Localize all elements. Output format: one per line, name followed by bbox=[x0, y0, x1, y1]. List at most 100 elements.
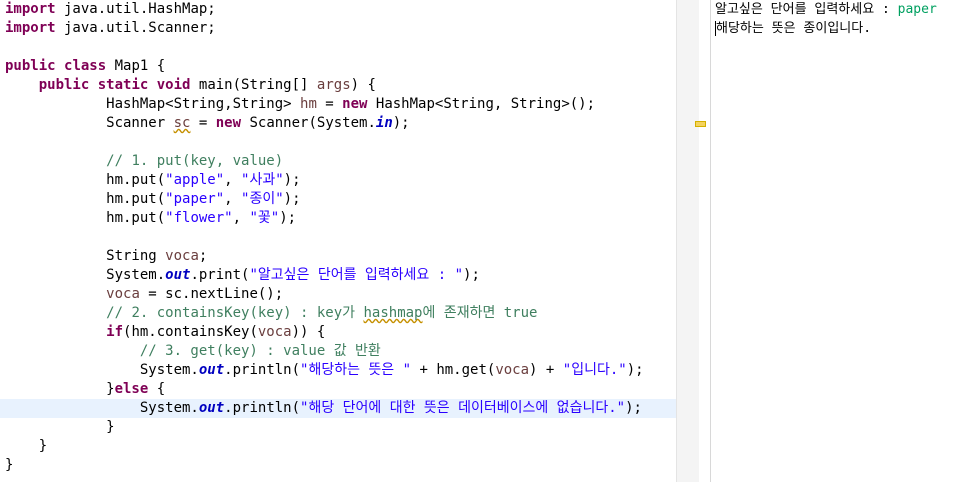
code-line-16[interactable]: voca = sc.nextLine(); bbox=[0, 285, 680, 304]
code-line-8[interactable] bbox=[0, 133, 680, 152]
code-line-6[interactable]: HashMap<String,String> hm = new HashMap<… bbox=[0, 95, 680, 114]
code-text: ); bbox=[463, 267, 480, 283]
string-literal: "알고싶은 단어를 입력하세요 : " bbox=[249, 267, 464, 283]
code-text: hm.put( bbox=[5, 191, 166, 207]
code-text: .print( bbox=[190, 267, 250, 283]
comment: // 2. containsKey(key) : key가 bbox=[106, 305, 364, 321]
warning-marker[interactable] bbox=[695, 121, 706, 127]
code-text: Scanner(System. bbox=[241, 115, 376, 131]
keyword: public bbox=[38, 77, 90, 93]
code-text: String bbox=[5, 248, 166, 264]
code-text: hm.put( bbox=[5, 172, 166, 188]
keyword: static bbox=[97, 77, 149, 93]
code-text: HashMap<String, String>(); bbox=[367, 96, 596, 112]
string-literal: "flower" bbox=[165, 210, 233, 226]
code-text: )) { bbox=[291, 324, 326, 340]
code-text: , bbox=[224, 172, 242, 188]
code-text: } bbox=[5, 381, 115, 397]
code-line-14[interactable]: String voca; bbox=[0, 247, 680, 266]
local-variable: voca bbox=[165, 248, 199, 264]
code-line-9[interactable]: // 1. put(key, value) bbox=[0, 152, 680, 171]
code-text: } bbox=[5, 457, 14, 473]
code-text: = bbox=[190, 115, 216, 131]
console-prompt-line: 알고싶은 단어를 입력하세요 : paper bbox=[711, 0, 962, 19]
code-text: hm.put( bbox=[5, 210, 166, 226]
code-text: HashMap<String,String> bbox=[5, 96, 301, 112]
code-area[interactable]: import java.util.HashMap; import java.ut… bbox=[0, 0, 680, 475]
code-text: = sc.nextLine(); bbox=[139, 286, 284, 302]
code-editor[interactable]: import java.util.HashMap; import java.ut… bbox=[0, 0, 680, 482]
code-line-13[interactable] bbox=[0, 228, 680, 247]
code-text: = bbox=[316, 96, 343, 112]
code-line-3[interactable] bbox=[0, 38, 680, 57]
code-text: ); bbox=[625, 400, 642, 416]
code-text: System. bbox=[5, 400, 199, 416]
static-field: out bbox=[165, 267, 191, 283]
code-text: ); bbox=[283, 191, 301, 207]
code-text: Map1 { bbox=[106, 58, 166, 74]
code-text: ) + bbox=[529, 362, 563, 378]
code-line-17[interactable]: // 2. containsKey(key) : key가 hashmap에 존… bbox=[0, 304, 680, 323]
code-text: Scanner bbox=[5, 115, 174, 131]
code-line-24[interactable]: } bbox=[0, 437, 680, 456]
parameter-name: args bbox=[316, 77, 351, 93]
keyword: import bbox=[5, 20, 56, 36]
code-line-7[interactable]: Scanner sc = new Scanner(System.in); bbox=[0, 114, 680, 133]
string-literal: "종이" bbox=[241, 191, 284, 207]
warning-variable: sc bbox=[173, 115, 191, 131]
code-line-25[interactable]: } bbox=[0, 456, 680, 475]
code-line-2[interactable]: import java.util.Scanner; bbox=[0, 19, 680, 38]
code-line-4[interactable]: public class Map1 { bbox=[0, 57, 680, 76]
keyword: void bbox=[156, 77, 191, 93]
code-text: main(String[] bbox=[190, 77, 317, 93]
code-line-12[interactable]: hm.put("flower", "꽃"); bbox=[0, 209, 680, 228]
keyword: new bbox=[215, 115, 242, 131]
code-text: ); bbox=[279, 210, 297, 226]
code-text: ); bbox=[626, 362, 644, 378]
code-line-20[interactable]: System.out.println("해당하는 뜻은 " + hm.get(v… bbox=[0, 361, 680, 380]
code-text: ) { bbox=[350, 77, 376, 93]
code-line-10[interactable]: hm.put("apple", "사과"); bbox=[0, 171, 680, 190]
comment-spelling-warning: hashmap bbox=[363, 305, 423, 321]
string-literal: "apple" bbox=[165, 172, 225, 188]
code-text: (hm.containsKey( bbox=[123, 324, 258, 340]
code-line-22-current[interactable]: System.out.println("해당 단어에 대한 뜻은 데이터베이스에… bbox=[0, 399, 680, 418]
console-user-input: paper bbox=[897, 2, 937, 17]
string-literal: "사과" bbox=[241, 172, 284, 188]
code-line-1[interactable]: import java.util.HashMap; bbox=[0, 0, 680, 19]
code-line-21[interactable]: }else { bbox=[0, 380, 680, 399]
static-field: out bbox=[198, 362, 225, 378]
code-text: java.util.Scanner; bbox=[55, 20, 216, 36]
code-text: } bbox=[5, 438, 48, 454]
keyword: else bbox=[114, 381, 149, 397]
static-field: out bbox=[198, 400, 225, 416]
code-text: ; bbox=[198, 248, 208, 264]
console-panel[interactable]: 알고싶은 단어를 입력하세요 : paper 해당하는 뜻은 종이입니다. bbox=[711, 0, 962, 482]
keyword: new bbox=[342, 96, 368, 112]
code-line-5[interactable]: public static void main(String[] args) { bbox=[0, 76, 680, 95]
console-output-line: 해당하는 뜻은 종이입니다. bbox=[711, 19, 962, 38]
code-text: ); bbox=[392, 115, 410, 131]
local-variable: voca bbox=[106, 286, 140, 302]
local-variable: voca bbox=[257, 324, 292, 340]
code-text: System. bbox=[5, 267, 166, 283]
code-text: .println( bbox=[224, 362, 301, 378]
code-line-19[interactable]: // 3. get(key) : value 값 반환 bbox=[0, 342, 680, 361]
code-text: { bbox=[148, 381, 166, 397]
code-text: , bbox=[232, 210, 250, 226]
string-literal: "해당 단어에 대한 뜻은 데이터베이스에 없습니다." bbox=[300, 400, 626, 416]
code-line-18[interactable]: if(hm.containsKey(voca)) { bbox=[0, 323, 680, 342]
code-line-11[interactable]: hm.put("paper", "종이"); bbox=[0, 190, 680, 209]
code-line-15[interactable]: System.out.print("알고싶은 단어를 입력하세요 : "); bbox=[0, 266, 680, 285]
code-text: } bbox=[5, 419, 115, 435]
code-line-23[interactable]: } bbox=[0, 418, 680, 437]
overview-ruler[interactable] bbox=[676, 0, 699, 482]
